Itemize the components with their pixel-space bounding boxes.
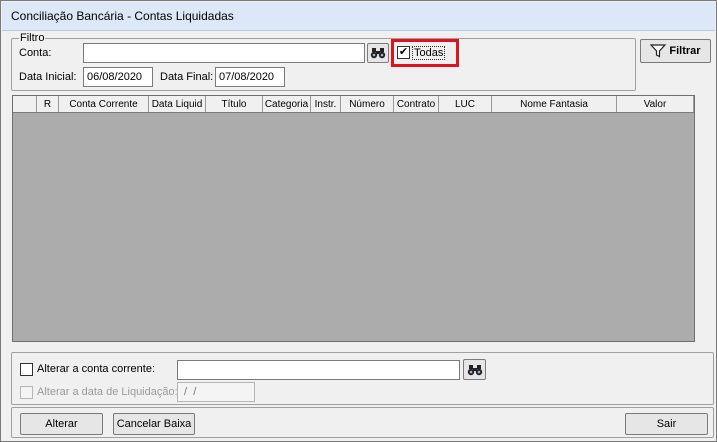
exit-button-label: Sair <box>656 418 677 430</box>
change-date-input <box>177 382 255 402</box>
filter-button[interactable]: Filtrar <box>640 39 711 63</box>
cancel-button-label: Cancelar Baixa <box>116 418 192 430</box>
start-date-input[interactable] <box>83 67 153 87</box>
column-header-luc[interactable]: LUC <box>439 96 492 112</box>
all-accounts-checkbox[interactable]: ✔ <box>397 46 410 59</box>
column-header-indicator <box>13 96 37 112</box>
filter-button-label: Filtrar <box>669 45 701 57</box>
grid-header: R Conta Corrente Data Liquid Título Cate… <box>13 96 694 113</box>
change-account-input[interactable] <box>177 360 460 380</box>
change-date-checkbox <box>20 386 33 399</box>
alter-button-label: Alterar <box>45 418 78 430</box>
account-label: Conta: <box>19 47 52 59</box>
filter-legend: Filtro <box>19 32 46 44</box>
end-date-label: Data Final: <box>160 71 214 83</box>
funnel-icon <box>650 44 667 58</box>
accounts-grid[interactable]: R Conta Corrente Data Liquid Título Cate… <box>12 95 695 342</box>
column-header-numero[interactable]: Número <box>341 96 394 112</box>
all-accounts-label[interactable]: Todas <box>411 46 446 60</box>
account-search-button[interactable] <box>367 43 389 63</box>
column-header-valor[interactable]: Valor <box>617 96 694 112</box>
cancel-settlement-button[interactable]: Cancelar Baixa <box>113 413 195 435</box>
check-icon: ✔ <box>398 46 409 58</box>
column-header-instr[interactable]: Instr. <box>311 96 341 112</box>
column-header-titulo[interactable]: Título <box>206 96 263 112</box>
window-title: Conciliação Bancária - Contas Liquidadas <box>11 9 234 23</box>
column-header-categoria[interactable]: Categoria <box>263 96 311 112</box>
end-date-input[interactable] <box>215 67 285 87</box>
title-bar: Conciliação Bancária - Contas Liquidadas <box>2 2 715 31</box>
column-header-r[interactable]: R <box>37 96 59 112</box>
start-date-label: Data Inicial: <box>19 71 77 83</box>
column-header-contrato[interactable]: Contrato <box>394 96 439 112</box>
binoculars-icon <box>467 364 482 375</box>
alter-button[interactable]: Alterar <box>20 413 103 435</box>
change-account-checkbox[interactable] <box>20 363 33 376</box>
change-account-search-button[interactable] <box>463 359 486 380</box>
column-header-nome-fantasia[interactable]: Nome Fantasia <box>492 96 617 112</box>
column-header-conta-corrente[interactable]: Conta Corrente <box>59 96 149 112</box>
account-input[interactable] <box>83 43 365 63</box>
exit-button[interactable]: Sair <box>625 413 708 435</box>
conciliacao-window: Conciliação Bancária - Contas Liquidadas… <box>0 0 717 442</box>
binoculars-icon <box>370 48 386 59</box>
change-account-label: Alterar a conta corrente: <box>37 363 156 375</box>
change-date-label: Alterar a data de Liquidação: <box>37 386 178 398</box>
column-header-data-liquid[interactable]: Data Liquid <box>149 96 206 112</box>
